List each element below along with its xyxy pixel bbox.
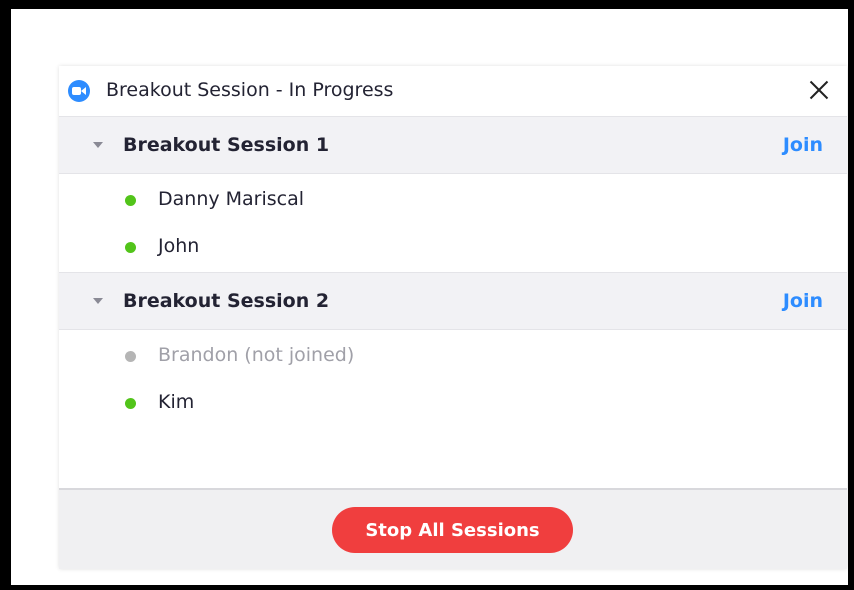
session-header-1[interactable]: Breakout Session 1 Join (59, 116, 847, 174)
session-name: Breakout Session 2 (123, 290, 330, 312)
window-title: Breakout Session - In Progress (106, 79, 394, 101)
participant-item: John (59, 223, 847, 269)
session-header-2[interactable]: Breakout Session 2 Join (59, 272, 847, 330)
participant-name: Danny Mariscal (158, 188, 305, 210)
join-session-2-link[interactable]: Join (783, 287, 823, 315)
zoom-camera-icon (68, 80, 90, 102)
participant-name: Kim (158, 391, 195, 413)
participant-item: Brandon (not joined) (59, 332, 847, 378)
breakout-session-window: Breakout Session - In Progress Breakout … (59, 66, 847, 569)
footer-bar: Stop All Sessions (59, 488, 847, 569)
session-name: Breakout Session 1 (123, 134, 330, 156)
title-bar: Breakout Session - In Progress (59, 66, 847, 116)
participant-name: Brandon (not joined) (158, 344, 355, 366)
status-dot-joined (125, 195, 136, 206)
screenshot-frame: Breakout Session - In Progress Breakout … (0, 0, 854, 590)
status-dot-joined (125, 242, 136, 253)
collapse-caret-icon[interactable] (93, 298, 103, 304)
stop-all-sessions-button[interactable]: Stop All Sessions (332, 507, 573, 553)
close-icon[interactable] (805, 76, 833, 104)
join-session-1-link[interactable]: Join (783, 131, 823, 159)
collapse-caret-icon[interactable] (93, 142, 103, 148)
status-dot-joined (125, 398, 136, 409)
participant-item: Danny Mariscal (59, 176, 847, 222)
status-dot-not-joined (125, 351, 136, 362)
participant-item: Kim (59, 379, 847, 425)
participant-name: John (158, 235, 200, 257)
